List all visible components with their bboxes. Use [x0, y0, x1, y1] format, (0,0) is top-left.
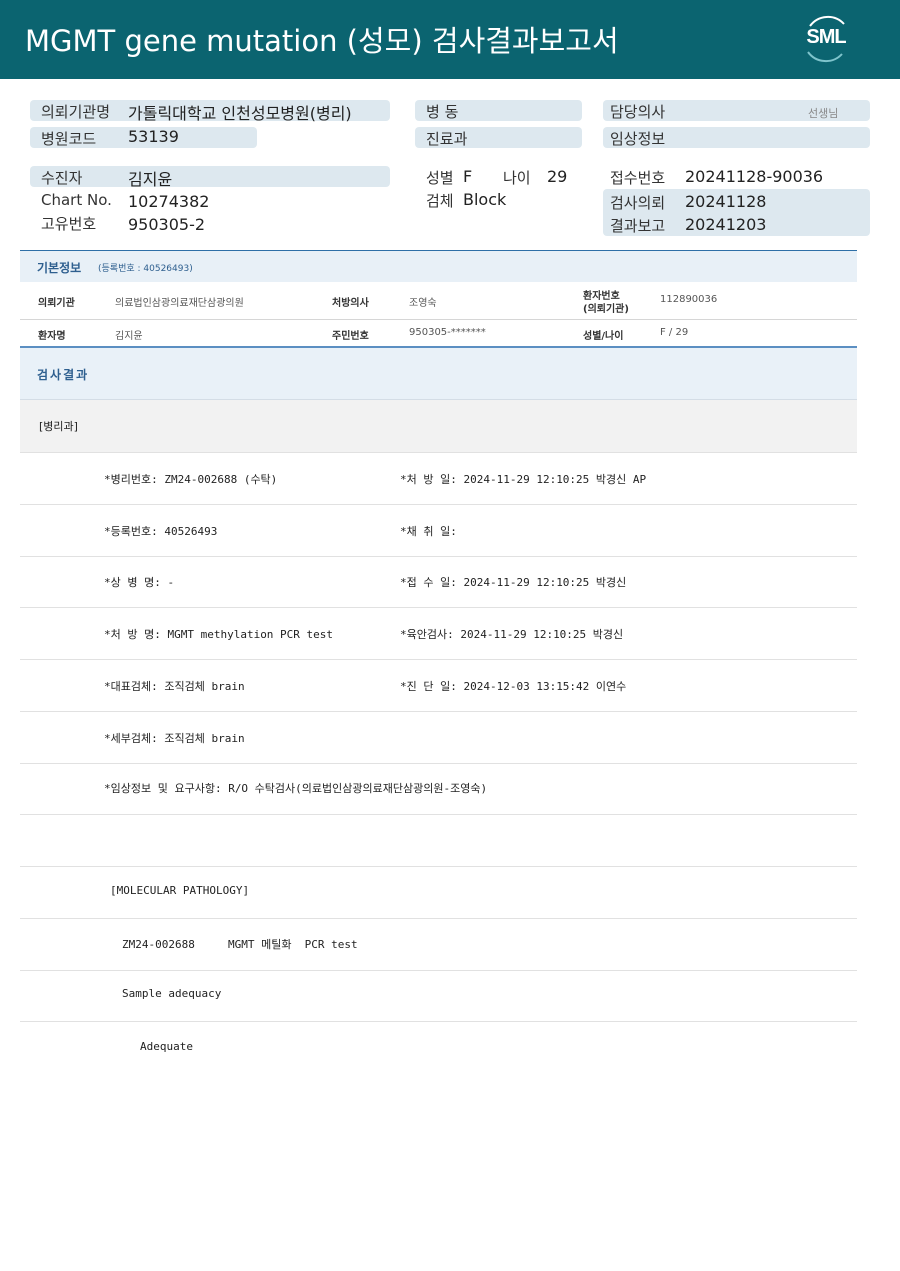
result-row: *임상정보 및 요구사항: R/O 수탁검사(의료법인삼광의료재단삼광의원-조영…	[20, 763, 857, 815]
result-left: *병리번호: ZM24-002688 (수탁)	[104, 473, 278, 486]
cell-label: 성별/나이	[583, 331, 624, 342]
sample-adequacy-value: Adequate	[140, 1040, 193, 1053]
cell-value: F / 29	[660, 327, 689, 338]
cell-value: 조영숙	[409, 298, 437, 309]
result-left: *등록번호: 40526493	[104, 525, 218, 538]
patient-box	[30, 166, 390, 187]
specimen-label: 검체	[426, 192, 454, 210]
molecular-header-row: [MOLECULAR PATHOLOGY]	[20, 867, 857, 919]
patient-label: 수진자	[41, 169, 83, 187]
cell-label-sub: (의뢰기관)	[583, 304, 629, 315]
report-title: MGMT gene mutation (성모) 검사결과보고서	[25, 24, 619, 58]
basic-info-header: 기본정보 (등록번호 : 40526493)	[20, 250, 857, 282]
chart-value: 10274382	[128, 192, 210, 211]
code-label: 병원코드	[41, 130, 97, 148]
recv-label: 접수번호	[610, 169, 666, 187]
basic-info-reg-note: (등록번호 : 40526493)	[98, 264, 193, 274]
result-left: *대표검체: 조직검체 brain	[104, 680, 245, 693]
report-value: 20241203	[685, 215, 767, 234]
cell-label: 주민번호	[332, 331, 369, 342]
result-row: *대표검체: 조직검체 brain *진 단 일: 2024-12-03 13:…	[20, 660, 857, 712]
result-row: *세부검체: 조직검체 brain	[20, 712, 857, 764]
sample-adequacy-label: Sample adequacy	[122, 987, 222, 1000]
basic-info-row-1: 의뢰기관 의료법인삼광의료재단삼광의원 처방의사 조영숙 환자번호 (의뢰기관)…	[20, 282, 857, 320]
cell-label: 환자명	[38, 331, 66, 342]
sml-logo: SML	[800, 12, 852, 66]
code-value: 53139	[128, 127, 179, 146]
results-title: 검사결과	[37, 368, 90, 382]
result-right: *육안검사: 2024-11-29 12:10:25 박경신	[400, 628, 624, 641]
sample-value-row: Adequate	[20, 1022, 857, 1073]
age-value: 29	[547, 167, 568, 186]
results-dept-row: [병리과]	[20, 400, 857, 453]
result-right: *처 방 일: 2024-11-29 12:10:25 박경신 AP	[400, 473, 647, 486]
cell-label: 처방의사	[332, 298, 369, 309]
clinical-label: 임상정보	[610, 130, 666, 148]
result-left: *처 방 명: MGMT methylation PCR test	[104, 628, 334, 641]
results-dept: [병리과]	[39, 420, 78, 433]
report-label: 결과보고	[610, 217, 666, 235]
hospital-label: 의뢰기관명	[41, 103, 111, 121]
chart-label: Chart No.	[41, 191, 112, 209]
result-right: *진 단 일: 2024-12-03 13:15:42 이연수	[400, 680, 627, 693]
result-row: *상 병 명: - *접 수 일: 2024-11-29 12:10:25 박경…	[20, 556, 857, 608]
cell-label: 의뢰기관	[38, 298, 75, 309]
molecular-line-row: ZM24-002688 MGMT 메틸화 PCR test	[20, 919, 857, 971]
result-row: *병리번호: ZM24-002688 (수탁) *처 방 일: 2024-11-…	[20, 453, 857, 505]
result-row-empty	[20, 815, 857, 867]
doctor-suffix: 선생님	[808, 107, 839, 120]
hospital-value: 가톨릭대학교 인천성모병원(병리)	[128, 104, 352, 123]
molecular-header: [MOLECULAR PATHOLOGY]	[110, 884, 250, 897]
dept-label: 진료과	[426, 130, 468, 148]
req-label: 검사의뢰	[610, 194, 666, 212]
molecular-line: ZM24-002688 MGMT 메틸화 PCR test	[122, 938, 358, 951]
sex-label: 성별	[426, 169, 454, 187]
specimen-value: Block	[463, 190, 507, 209]
id-label: 고유번호	[41, 215, 97, 233]
doctor-label: 담당의사	[610, 103, 666, 121]
ward-label: 병 동	[426, 103, 459, 121]
result-right: *채 취 일:	[400, 525, 457, 538]
recv-value: 20241128-90036	[685, 167, 824, 186]
basic-info-row-2: 환자명 김지윤 주민번호 950305-******* 성별/나이 F / 29	[20, 320, 857, 348]
result-row: *처 방 명: MGMT methylation PCR test *육안검사:…	[20, 608, 857, 660]
result-row: *등록번호: 40526493 *채 취 일:	[20, 505, 857, 557]
cell-value: 김지윤	[115, 331, 143, 342]
result-right: *접 수 일: 2024-11-29 12:10:25 박경신	[400, 576, 627, 589]
result-left: *임상정보 및 요구사항: R/O 수탁검사(의료법인삼광의료재단삼광의원-조영…	[104, 782, 488, 795]
id-value: 950305-2	[128, 215, 206, 234]
logo-text: SML	[806, 26, 846, 48]
patient-value: 김지윤	[128, 170, 173, 189]
cell-value: 112890036	[660, 294, 718, 305]
cell-value: 의료법인삼광의료재단삼광의원	[115, 298, 244, 309]
cell-value: 950305-*******	[409, 327, 486, 338]
req-value: 20241128	[685, 192, 767, 211]
result-left: *상 병 명: -	[104, 576, 175, 589]
sample-adequacy-row: Sample adequacy	[20, 970, 857, 1022]
sex-value: F	[463, 167, 473, 186]
age-label: 나이	[503, 169, 531, 187]
basic-info-title: 기본정보	[37, 261, 82, 275]
result-left: *세부검체: 조직검체 brain	[104, 732, 245, 745]
report-header: MGMT gene mutation (성모) 검사결과보고서 SML	[0, 0, 900, 79]
results-header: 검사결과	[20, 348, 857, 400]
